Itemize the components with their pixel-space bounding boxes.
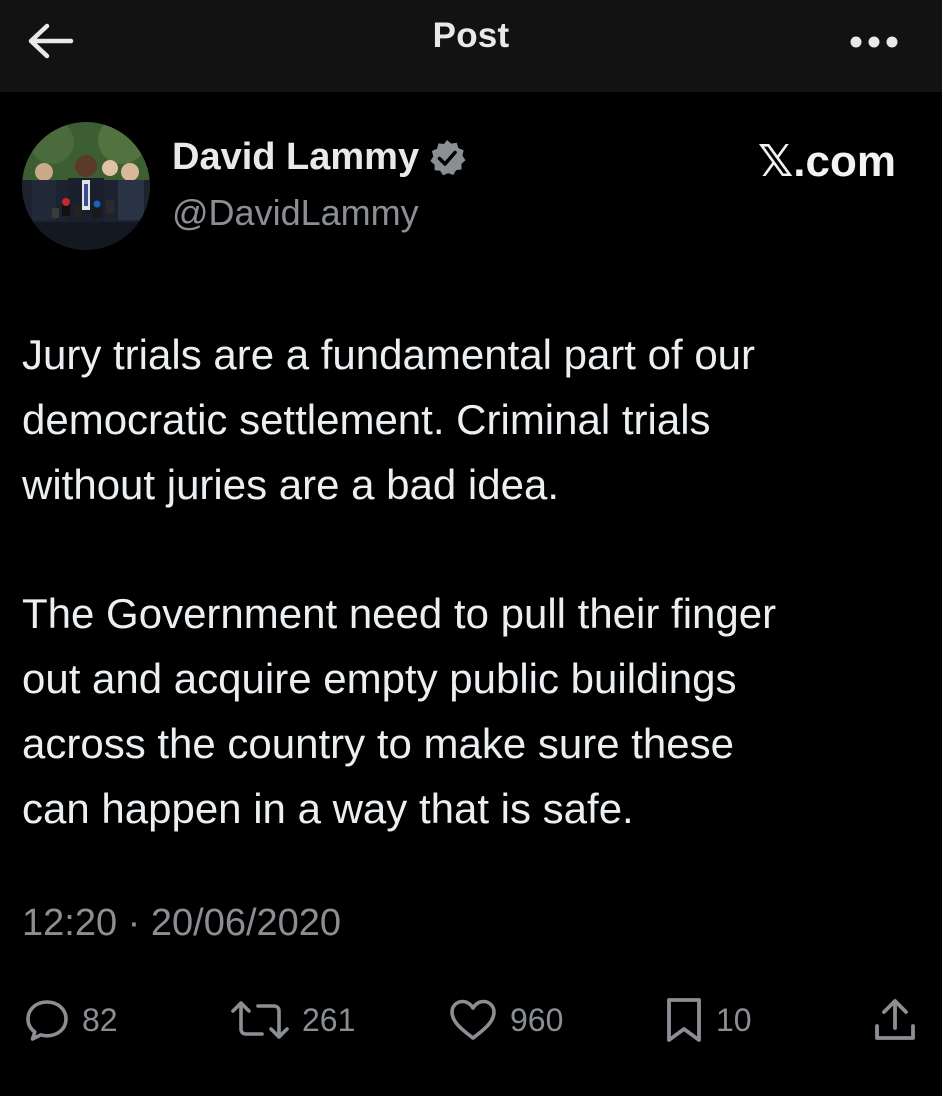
more-options-button[interactable] [844, 22, 904, 62]
profile-photo [22, 122, 150, 250]
post-line: Jury trials are a fundamental part of ou… [22, 331, 756, 378]
bookmark-icon [667, 998, 701, 1042]
more-horizontal-icon [850, 36, 898, 48]
page-title: Post [432, 16, 510, 55]
repost-icon [231, 1001, 289, 1039]
reply-button[interactable]: 82 [24, 990, 118, 1050]
post-line: democratic settlement. Criminal trials [22, 396, 711, 443]
post-line: can happen in a way that is safe. [22, 785, 634, 832]
post-line: out and acquire empty public buildings [22, 655, 737, 702]
post-line: without juries are a bad idea. [22, 461, 559, 508]
reply-icon [26, 1000, 68, 1041]
bookmark-count: 10 [716, 1001, 752, 1038]
repost-count: 261 [302, 1001, 356, 1038]
author-handle[interactable]: @DavidLammy [172, 192, 419, 234]
share-button[interactable] [872, 990, 918, 1050]
source-watermark: 𝕏.com [757, 137, 896, 186]
action-bar: 82 261 960 10 [0, 990, 942, 1050]
post-line: The Government need to pull their finger [22, 590, 777, 637]
top-bar: Post [0, 0, 942, 92]
heart-icon [450, 999, 496, 1040]
avatar[interactable] [22, 122, 150, 250]
post-line: across the country to make sure these [22, 720, 735, 767]
share-icon [875, 999, 915, 1040]
verified-badge-icon [430, 139, 466, 175]
repost-button[interactable]: 261 [230, 990, 355, 1050]
like-count: 960 [510, 1001, 564, 1038]
like-button[interactable]: 960 [448, 990, 563, 1050]
author-display-name[interactable]: David Lammy [172, 136, 419, 179]
author-name-row[interactable]: David Lammy [172, 136, 467, 179]
post-timestamp[interactable]: 12:20 · 20/06/2020 [22, 902, 341, 945]
reply-count: 82 [82, 1001, 118, 1038]
post-text: Jury trials are a fundamental part of ou… [22, 322, 922, 841]
bookmark-button[interactable]: 10 [664, 990, 752, 1050]
